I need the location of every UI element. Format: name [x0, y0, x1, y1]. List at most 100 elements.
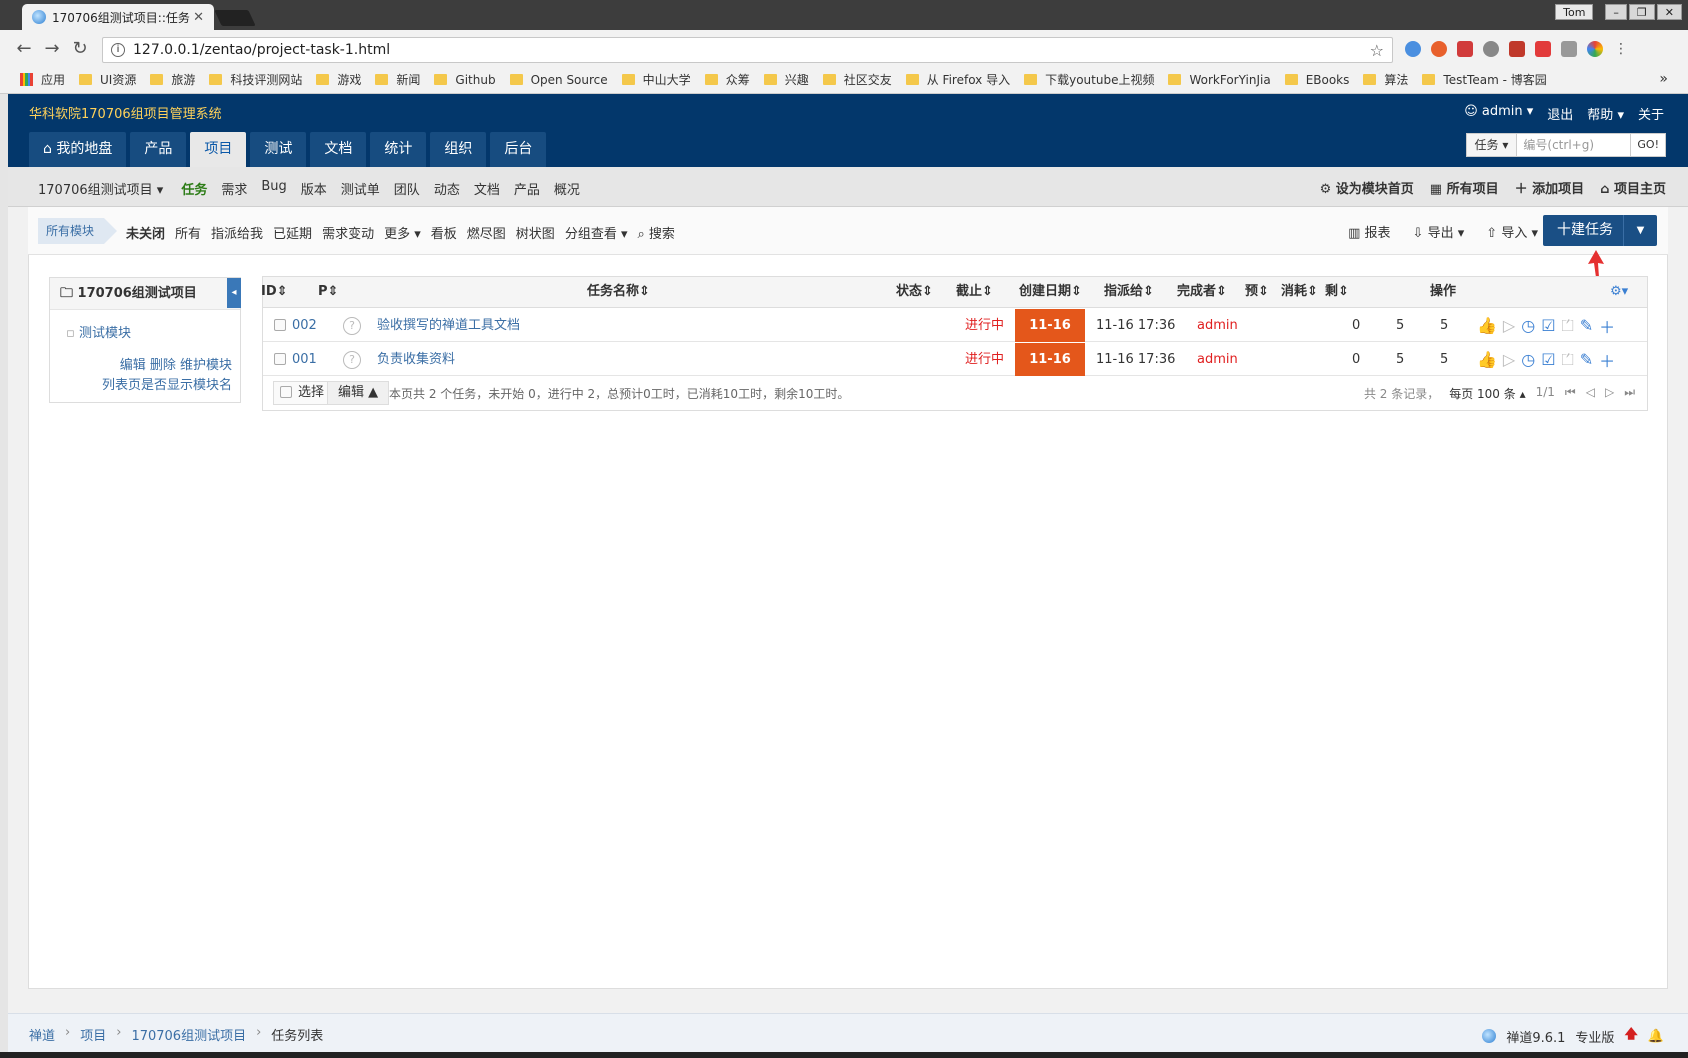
- bookmark-item[interactable]: 算法: [1363, 71, 1408, 88]
- column-header-estimate[interactable]: 预⇕: [1245, 276, 1269, 308]
- project-name[interactable]: 170706组测试项目: [38, 183, 153, 198]
- filter-label[interactable]: 更多: [384, 227, 410, 242]
- browser-tab[interactable]: 170706组测试项目::任务 ✕: [22, 4, 214, 30]
- bookmark-label[interactable]: EBooks: [1306, 73, 1350, 87]
- column-header-label[interactable]: 截止: [956, 284, 982, 299]
- subnav-item[interactable]: 需求: [221, 179, 247, 198]
- create-task-button[interactable]: 十建任务 ▼: [1543, 215, 1657, 246]
- per-page-label[interactable]: 每页 100 条: [1449, 387, 1516, 401]
- column-header-label[interactable]: 创建日期: [1019, 284, 1071, 299]
- column-header-status[interactable]: 状态⇕: [896, 276, 933, 308]
- nav-label[interactable]: 统计: [384, 141, 412, 157]
- info-icon[interactable]: i: [111, 43, 125, 57]
- filter-label[interactable]: 燃尽图: [467, 227, 506, 242]
- subnav-action-label[interactable]: 项目主页: [1614, 182, 1666, 197]
- subnav-item[interactable]: 产品: [514, 179, 540, 198]
- subnav-item[interactable]: 版本: [301, 179, 327, 198]
- search-go-button[interactable]: GO!: [1631, 133, 1666, 157]
- column-header-finished[interactable]: 完成者⇕: [1177, 276, 1227, 308]
- nav-item[interactable]: 组织: [430, 132, 487, 167]
- column-header-label[interactable]: 剩: [1325, 284, 1338, 299]
- more-bookmarks-icon[interactable]: »: [1659, 71, 1668, 87]
- module-actions[interactable]: 编辑 删除 维护模块: [120, 354, 232, 373]
- nav-label[interactable]: 测试: [264, 141, 292, 157]
- subnav-action[interactable]: ＋ 添加项目: [1515, 178, 1585, 197]
- upgrade-arrow-icon[interactable]: 🡅: [1624, 1025, 1637, 1047]
- maximize-button[interactable]: ❐: [1628, 4, 1655, 20]
- nav-item[interactable]: 测试: [250, 132, 307, 167]
- prev-page-icon[interactable]: ◁: [1586, 385, 1595, 402]
- finish-icon[interactable]: ☑: [1541, 316, 1555, 335]
- extension-icon[interactable]: [1483, 41, 1499, 57]
- filter-label[interactable]: 已延期: [273, 227, 312, 242]
- assign-icon[interactable]: 👍: [1477, 350, 1497, 369]
- nav-label[interactable]: 后台: [504, 141, 532, 157]
- filter-tab[interactable]: 看板: [431, 223, 457, 242]
- app-brand[interactable]: 华科软院170706组项目管理系统: [29, 103, 222, 122]
- collapse-sidebar-icon[interactable]: ◂: [227, 278, 241, 308]
- export-label[interactable]: 导出: [1428, 226, 1454, 241]
- bookmark-item[interactable]: 游戏: [316, 71, 361, 88]
- project-switcher[interactable]: 170706组测试项目 ▾: [38, 179, 163, 198]
- record-hours-icon[interactable]: ◷: [1521, 350, 1535, 369]
- bookmark-label[interactable]: 兴趣: [785, 71, 809, 88]
- nav-item[interactable]: 后台: [490, 132, 547, 167]
- column-header-label[interactable]: P: [318, 284, 328, 299]
- bookmark-item[interactable]: 众筹: [704, 71, 750, 88]
- subnav-action[interactable]: ⚙ 设为模块首页: [1320, 178, 1414, 197]
- assign-icon[interactable]: 👍: [1477, 316, 1497, 335]
- filter-tab[interactable]: 未关闭: [126, 223, 165, 242]
- show-module-name-link[interactable]: 列表页是否显示模块名: [102, 374, 232, 393]
- new-tab-button[interactable]: [214, 10, 256, 26]
- help-label[interactable]: 帮助: [1587, 108, 1613, 123]
- bookmark-label[interactable]: 众筹: [726, 71, 750, 88]
- bookmark-item[interactable]: 兴趣: [763, 71, 809, 88]
- column-header-label[interactable]: ID: [261, 284, 277, 299]
- bookmark-label[interactable]: TestTeam - 博客园: [1443, 71, 1546, 88]
- create-dropdown-caret[interactable]: ▼: [1623, 215, 1657, 246]
- bookmark-label[interactable]: 应用: [41, 71, 65, 88]
- search-type-label[interactable]: 任务: [1475, 138, 1499, 152]
- bookmark-item[interactable]: TestTeam - 博客园: [1422, 71, 1547, 88]
- column-header-left[interactable]: 剩⇕: [1325, 276, 1349, 308]
- subnav-item[interactable]: 文档: [474, 179, 500, 198]
- import-label[interactable]: 导入: [1501, 226, 1527, 241]
- window-user-badge[interactable]: Tom: [1555, 4, 1594, 20]
- extension-icon[interactable]: [1431, 41, 1447, 57]
- subnav-item[interactable]: 测试单: [341, 179, 380, 198]
- column-header-label[interactable]: 完成者: [1177, 284, 1216, 299]
- task-assigned[interactable]: admin: [1197, 343, 1238, 376]
- bookmark-label[interactable]: 新闻: [396, 71, 420, 88]
- extension-icon[interactable]: [1587, 41, 1603, 57]
- last-page-icon[interactable]: ⏭: [1624, 385, 1635, 402]
- start-icon[interactable]: ▷: [1503, 316, 1515, 335]
- bookmark-label[interactable]: WorkForYinJia: [1189, 73, 1270, 87]
- bookmark-item[interactable]: UI资源: [79, 71, 136, 88]
- close-task-icon[interactable]: ⏍: [1562, 350, 1574, 370]
- row-checkbox[interactable]: [274, 353, 286, 365]
- filter-tab[interactable]: 更多 ▾: [384, 223, 421, 242]
- column-header-pri[interactable]: P⇕: [318, 276, 338, 308]
- extension-icon[interactable]: [1561, 41, 1577, 57]
- user-menu[interactable]: ☺ admin ▾: [1464, 104, 1533, 123]
- about-link[interactable]: 关于: [1638, 104, 1664, 123]
- nav-item[interactable]: ⌂ 我的地盘: [29, 132, 127, 167]
- bookmark-item[interactable]: 下载youtube上视频: [1024, 71, 1154, 88]
- nav-label[interactable]: 项目: [204, 141, 232, 157]
- address-bar[interactable]: i 127.0.0.1/zentao/project-task-1.html ☆: [102, 37, 1393, 63]
- record-hours-icon[interactable]: ◷: [1521, 316, 1535, 335]
- column-header-label[interactable]: 任务名称: [587, 284, 639, 299]
- import-button[interactable]: ⇧ 导入 ▾: [1486, 222, 1538, 241]
- bookmark-star-icon[interactable]: ☆: [1370, 41, 1384, 60]
- window-close-button[interactable]: ✕: [1656, 4, 1682, 20]
- filter-label[interactable]: 所有: [175, 227, 201, 242]
- filter-label[interactable]: 看板: [431, 227, 457, 242]
- task-name-link[interactable]: 验收撰写的禅道工具文档: [377, 309, 520, 342]
- report-button[interactable]: ▥ 报表: [1348, 222, 1390, 241]
- column-header-label[interactable]: 状态: [896, 284, 922, 299]
- nav-item[interactable]: 统计: [370, 132, 427, 167]
- filter-label[interactable]: 指派给我: [211, 227, 263, 242]
- filter-tab[interactable]: ⌕ 搜索: [638, 223, 675, 242]
- nav-item[interactable]: 项目: [190, 132, 247, 167]
- breadcrumb-item[interactable]: 禅道: [29, 1025, 55, 1044]
